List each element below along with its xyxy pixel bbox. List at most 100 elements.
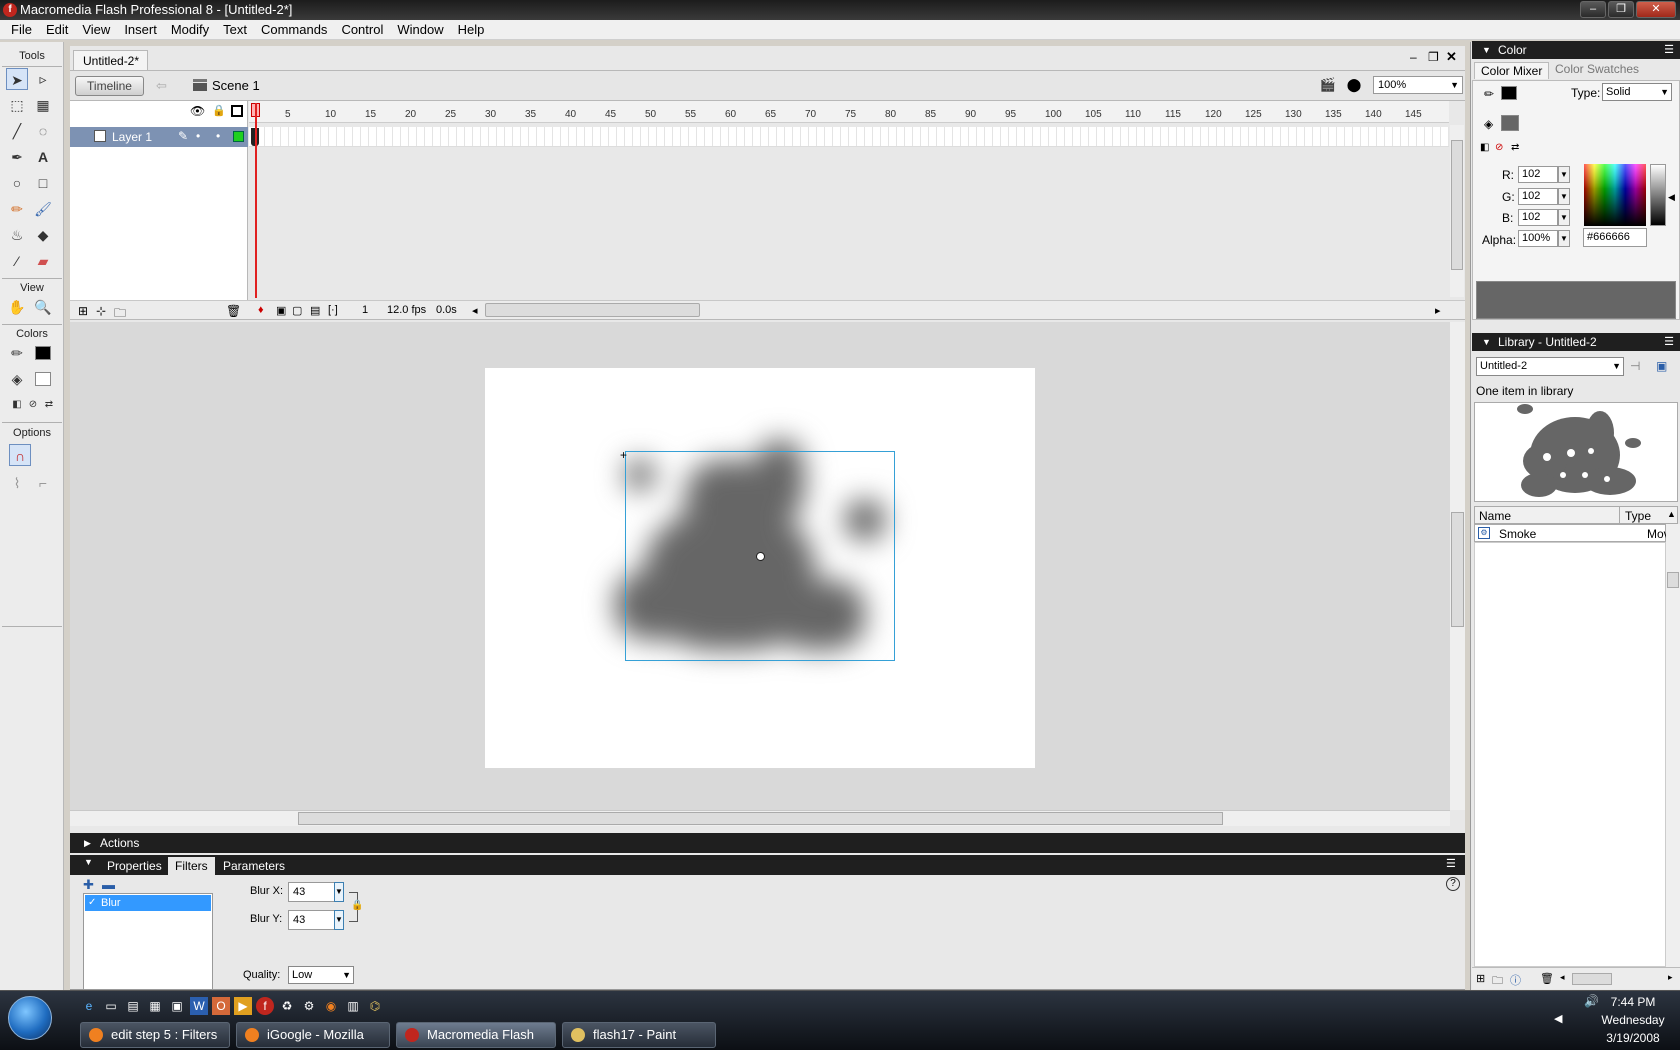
scene-label[interactable]: Scene 1 (212, 78, 260, 93)
outlook-icon[interactable]: O (212, 997, 230, 1015)
lock-dot-icon[interactable]: • (216, 129, 220, 143)
back-arrow-icon[interactable]: ⇦ (156, 78, 167, 94)
explorer-icon[interactable]: ▤ (124, 997, 142, 1015)
minimize-button[interactable]: – (1580, 1, 1606, 18)
window-switch-icon[interactable]: ▦ (146, 997, 164, 1015)
timeline-hscroll-thumb[interactable] (485, 303, 700, 317)
stroke-color-icon[interactable]: ✏ (6, 342, 28, 364)
color-spectrum[interactable] (1584, 164, 1646, 226)
maximize-button[interactable]: ❐ (1608, 1, 1634, 18)
menu-commands[interactable]: Commands (254, 22, 334, 37)
task-paint[interactable]: flash17 - Paint (562, 1022, 716, 1048)
library-select[interactable]: Untitled-2 ▼ (1476, 357, 1624, 376)
smooth-icon[interactable]: ⌇ (6, 472, 28, 494)
type-select[interactable]: Solid ▼ (1602, 83, 1672, 101)
line-tool-icon[interactable]: ╱ (6, 120, 28, 142)
swap-colors-icon[interactable]: ⇄ (38, 394, 60, 416)
recycle-icon[interactable]: ♻ (278, 997, 296, 1015)
library-menu-icon[interactable]: ☰ (1664, 333, 1674, 351)
task-igoogle[interactable]: iGoogle - Mozilla Fir... (236, 1022, 390, 1048)
stroke-pencil-icon[interactable]: ✏ (1484, 87, 1494, 101)
tab-color-swatches[interactable]: Color Swatches (1555, 62, 1639, 76)
stroke-color-swatch[interactable] (32, 342, 54, 364)
new-library-icon[interactable]: ▣ (1656, 359, 1667, 373)
timeline-vscroll[interactable] (1450, 125, 1464, 297)
g-dropdown-icon[interactable]: ▼ (1558, 188, 1570, 205)
visible-dot-icon[interactable]: • (196, 129, 200, 143)
onion-skin-icon[interactable]: ▣ (276, 304, 286, 317)
lib-scroll-right-icon[interactable]: ▸ (1668, 972, 1673, 983)
mixer-no-color-icon[interactable]: ⊘ (1495, 142, 1503, 153)
timeline-button[interactable]: Timeline (75, 76, 144, 96)
menu-view[interactable]: View (75, 22, 117, 37)
task-edit-step[interactable]: edit step 5 : Filters (S... (80, 1022, 230, 1048)
paint-icon[interactable]: ⌬ (366, 997, 384, 1015)
mixer-swap-icon[interactable]: ⇄ (1511, 142, 1519, 153)
col-name[interactable]: Name (1479, 509, 1511, 523)
library-vscroll[interactable] (1666, 524, 1680, 967)
lasso-tool-icon[interactable]: ◌ (32, 120, 54, 142)
ink-bottle-icon[interactable]: ♨ (6, 224, 28, 246)
firefox-icon[interactable]: ◉ (322, 997, 340, 1015)
clock[interactable]: 7:44 PM Wednesday 3/19/2008 (1590, 993, 1676, 1047)
layer-row[interactable]: Layer 1 ✎ • • (70, 127, 248, 147)
layer-outline-color-icon[interactable] (233, 131, 244, 142)
zoom-tool-icon[interactable]: 🔍 (32, 296, 54, 318)
rectangle-tool-icon[interactable]: □ (32, 172, 54, 194)
scroll-left-icon[interactable]: ◂ (472, 304, 478, 317)
mixer-bw-icon[interactable]: ◧ (1480, 142, 1489, 153)
sort-icon[interactable]: ▲ (1667, 509, 1676, 519)
color-panel-header[interactable]: ▼ Color ☰ (1472, 41, 1680, 59)
checkmark-icon[interactable]: ✓ (88, 895, 96, 911)
menu-help[interactable]: Help (451, 22, 492, 37)
menu-insert[interactable]: Insert (117, 22, 164, 37)
alpha-dropdown-icon[interactable]: ▼ (1558, 230, 1570, 247)
eyedropper-icon[interactable]: ⁄ (6, 250, 28, 272)
b-input[interactable]: 102 (1518, 209, 1558, 226)
filter-item-blur[interactable]: ✓ Blur (85, 895, 211, 911)
fill-swatch[interactable] (1501, 115, 1519, 131)
expand-triangle-icon[interactable]: ▶ (84, 833, 91, 853)
menu-control[interactable]: Control (334, 22, 390, 37)
tray-arrow-icon[interactable]: ◀ (1554, 1012, 1562, 1025)
onion-outline-icon[interactable]: ▢ (292, 304, 302, 317)
media-player-icon[interactable]: ▶ (234, 997, 252, 1015)
onion-markers-icon[interactable]: [·] (328, 304, 338, 316)
free-transform-icon[interactable]: ⬚ (6, 94, 28, 116)
center-frame-icon[interactable]: ♦ (258, 304, 264, 316)
straighten-icon[interactable]: ⌐ (32, 472, 54, 494)
add-guide-icon[interactable]: ⊹ (96, 304, 106, 318)
g-input[interactable]: 102 (1518, 188, 1558, 205)
media-icon[interactable]: ▣ (168, 997, 186, 1015)
tab-color-mixer[interactable]: Color Mixer (1474, 62, 1550, 79)
hex-input[interactable]: #666666 (1583, 228, 1647, 247)
snap-magnet-icon[interactable]: ∩ (9, 444, 31, 466)
remove-filter-icon[interactable]: ▬ (102, 877, 115, 892)
lib-scroll-left-icon[interactable]: ◂ (1560, 972, 1565, 983)
tab-parameters[interactable]: Parameters (216, 857, 292, 875)
library-panel-header[interactable]: ▼ Library - Untitled-2 ☰ (1472, 333, 1680, 351)
new-folder-icon[interactable]: 🗀 (1492, 972, 1503, 991)
close-button[interactable]: ✕ (1636, 1, 1676, 18)
document-tab[interactable]: Untitled-2* (73, 50, 148, 70)
registration-point-icon[interactable] (756, 552, 765, 561)
flash-quicklaunch-icon[interactable]: f (256, 997, 274, 1015)
eye-icon[interactable]: 👁 (190, 104, 205, 118)
frames-row[interactable] (249, 127, 1449, 147)
actions-panel-header[interactable]: ▶ Actions (70, 833, 1465, 853)
fill-transform-icon[interactable]: ▦ (32, 94, 54, 116)
quality-select[interactable]: Low ▼ (288, 966, 354, 984)
menu-modify[interactable]: Modify (164, 22, 216, 37)
alpha-input[interactable]: 100% (1518, 230, 1558, 247)
edit-multiple-frames-icon[interactable]: ▤ (310, 304, 320, 317)
stage-vscroll[interactable] (1450, 322, 1465, 810)
menu-window[interactable]: Window (390, 22, 450, 37)
panel-menu-icon[interactable]: ☰ (1446, 857, 1456, 870)
menu-edit[interactable]: Edit (39, 22, 75, 37)
doc-restore-icon[interactable]: ❐ (1428, 50, 1439, 64)
selection-tool-icon[interactable]: ➤ (6, 68, 28, 90)
blur-x-input[interactable]: 43 (288, 882, 336, 902)
edit-scene-icon[interactable]: 🎬 (1318, 77, 1338, 95)
desktop-icon[interactable]: ▭ (102, 997, 120, 1015)
color-panel-menu-icon[interactable]: ☰ (1664, 41, 1674, 59)
